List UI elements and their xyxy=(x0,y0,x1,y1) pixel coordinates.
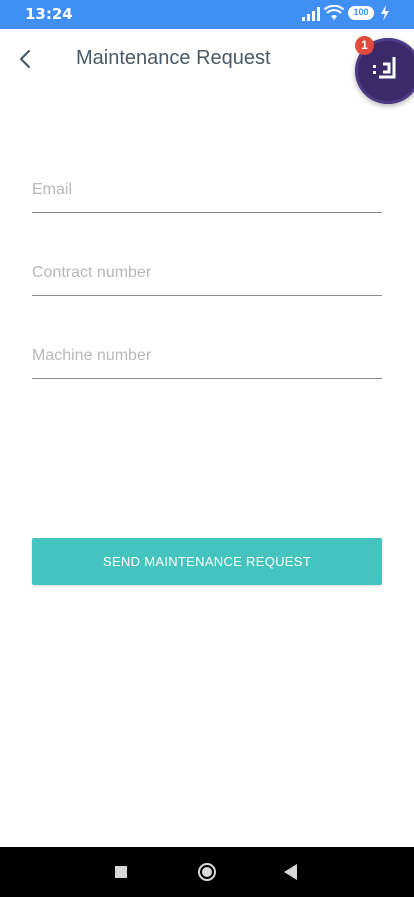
charging-icon xyxy=(381,5,389,21)
battery-icon: 100 xyxy=(348,6,374,20)
status-time: 13:24 xyxy=(25,5,73,23)
nav-back-icon[interactable] xyxy=(284,864,298,880)
machine-number-field[interactable] xyxy=(32,338,382,379)
email-input[interactable] xyxy=(32,172,382,208)
contract-number-field[interactable] xyxy=(32,255,382,296)
send-maintenance-request-button[interactable]: SEND MAINTENANCE REQUEST xyxy=(32,538,382,585)
page-title: Maintenance Request xyxy=(76,47,271,69)
email-field[interactable] xyxy=(32,172,382,213)
app-bar: Maintenance Request xyxy=(0,29,414,89)
notification-badge: 1 xyxy=(355,36,374,55)
contract-number-input[interactable] xyxy=(32,255,382,291)
wifi-icon xyxy=(324,5,344,20)
signal-icon xyxy=(302,7,320,21)
machine-number-input[interactable] xyxy=(32,338,382,374)
status-bar: 13:24 100 xyxy=(0,0,414,29)
app-logo-icon xyxy=(373,57,396,79)
battery-level: 100 xyxy=(353,7,369,17)
system-nav-bar xyxy=(0,847,414,897)
back-arrow-icon[interactable] xyxy=(14,47,38,71)
home-icon[interactable] xyxy=(198,863,216,881)
recents-icon[interactable] xyxy=(115,866,127,878)
